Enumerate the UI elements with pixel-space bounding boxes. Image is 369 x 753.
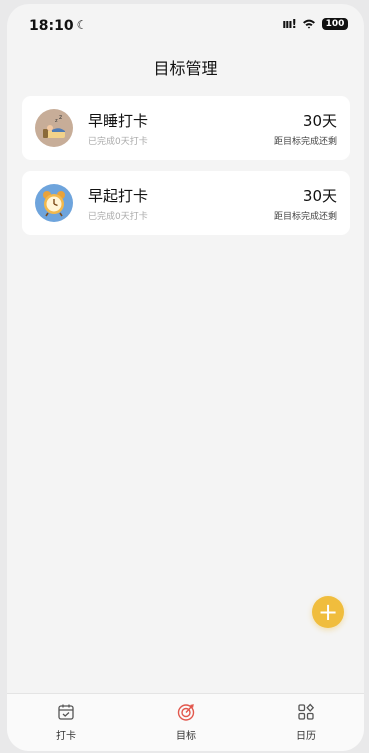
svg-text:z: z [59, 114, 62, 121]
goal-remaining-note: 距目标完成还剩 [273, 137, 337, 147]
alarm-clock-icon [35, 184, 73, 222]
signal-icon: ııı! [282, 17, 297, 31]
calendar-check-icon [58, 704, 74, 720]
status-time-text: 18:10 [29, 18, 74, 34]
goal-remaining-note: 距目标完成还剩 [273, 212, 337, 222]
goal-completed: 已完成0天打卡 [88, 212, 148, 222]
goal-days-remaining: 30天 [302, 187, 337, 205]
tab-bar: 打卡 目标 日历 [7, 693, 364, 751]
phone-screen: 18:10 ☾ ııı! 100 目标管理 z z 早睡打卡 已完成0天打卡 3… [7, 4, 364, 751]
goal-card-wake[interactable]: 早起打卡 已完成0天打卡 30天 距目标完成还剩 [22, 171, 350, 235]
goal-title: 早睡打卡 [88, 112, 149, 130]
tab-label: 日历 [296, 731, 316, 742]
tab-goals[interactable]: 目标 [156, 702, 216, 742]
wifi-icon [303, 19, 315, 29]
grid-apps-icon [298, 703, 315, 720]
goal-card-sleep[interactable]: z z 早睡打卡 已完成0天打卡 30天 距目标完成还剩 [22, 96, 350, 160]
tab-label: 目标 [176, 731, 196, 742]
target-icon [177, 704, 195, 721]
tab-checkin[interactable]: 打卡 [36, 702, 96, 742]
status-time: 18:10 ☾ [29, 18, 87, 34]
tab-label: 打卡 [56, 731, 76, 742]
tab-calendar[interactable]: 日历 [276, 702, 336, 742]
battery-icon: 100 [322, 18, 348, 30]
goal-completed: 已完成0天打卡 [88, 137, 148, 147]
moon-icon: ☾ [76, 18, 88, 32]
goal-title: 早起打卡 [88, 187, 149, 205]
add-goal-button[interactable]: + [312, 596, 344, 628]
page-title: 目标管理 [153, 59, 218, 78]
svg-text:z: z [55, 118, 58, 124]
sleep-icon: z z [35, 109, 73, 147]
goal-days-remaining: 30天 [302, 112, 337, 130]
status-indicators: ııı! 100 [282, 17, 348, 31]
status-bar: 18:10 ☾ ııı! 100 [7, 4, 364, 44]
